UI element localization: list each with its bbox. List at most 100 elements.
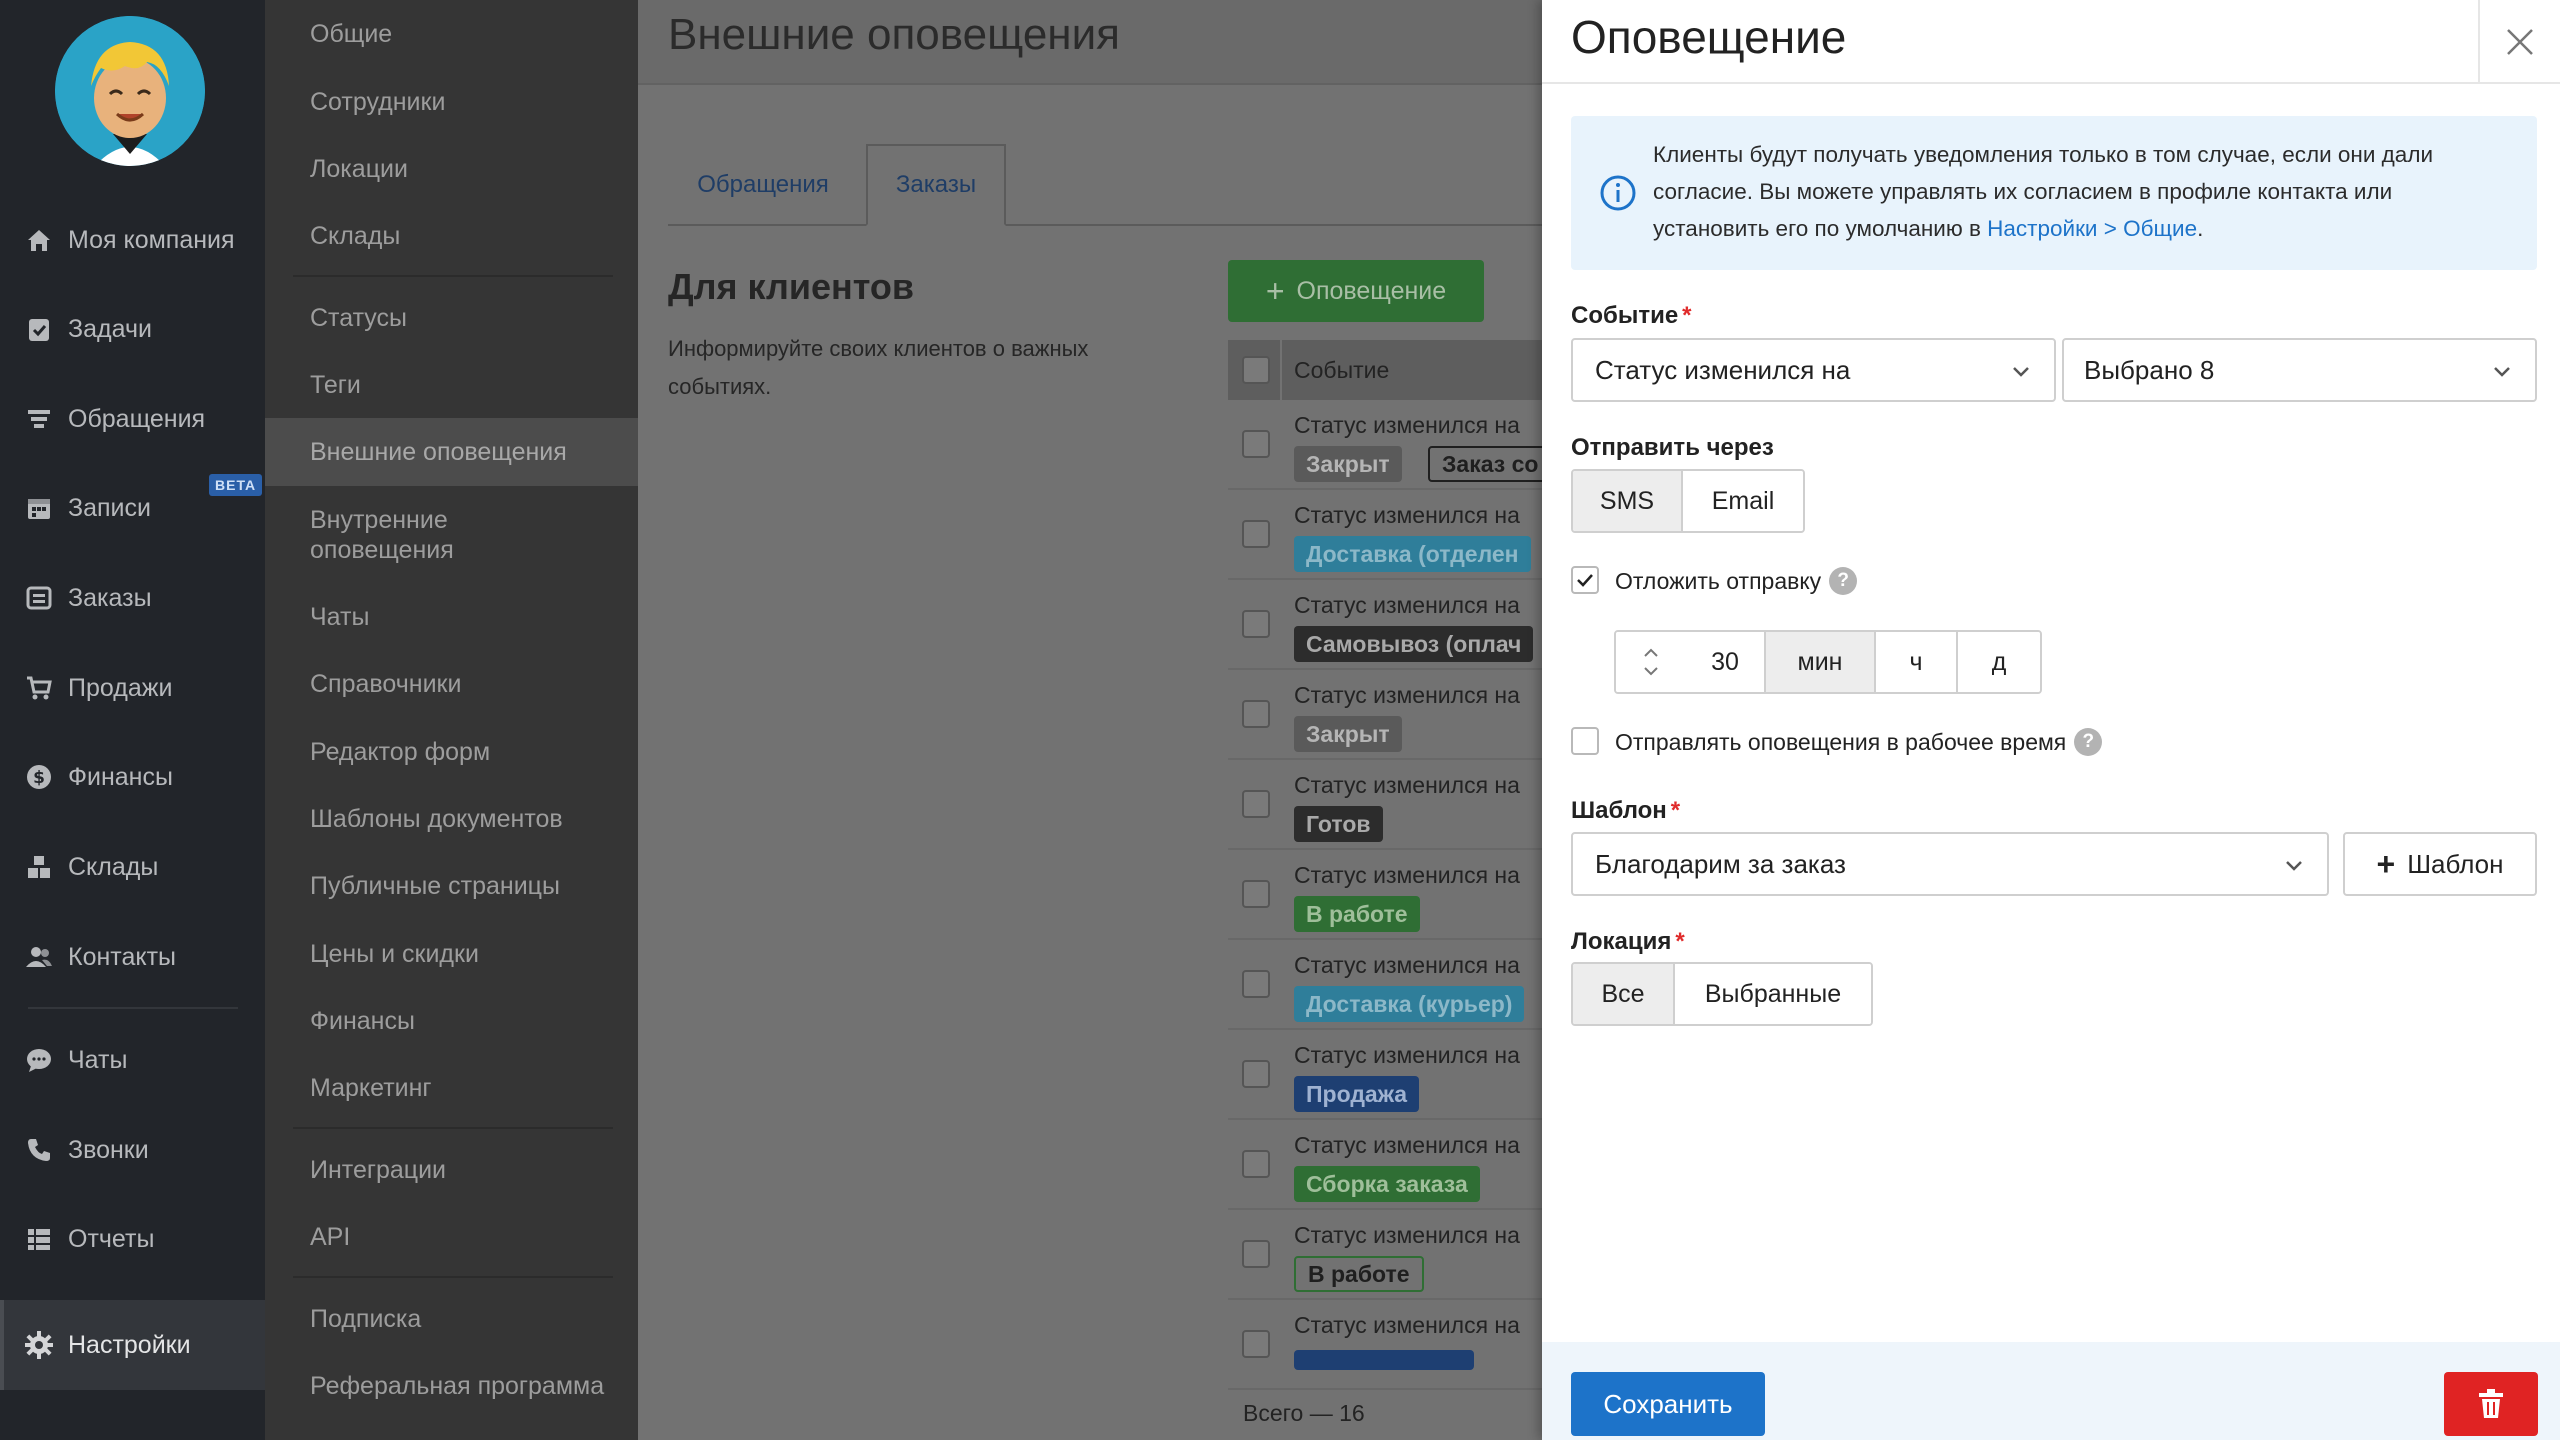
table-row[interactable]: Статус изменился на Доставка (курьер) (1228, 940, 1542, 1030)
delete-button[interactable] (2444, 1372, 2538, 1436)
delay-unit-hours[interactable]: ч (1876, 632, 1958, 692)
help-icon[interactable]: ? (1829, 567, 1858, 595)
nav-item-settings[interactable]: Настройки (0, 1300, 265, 1390)
status-multiselect[interactable]: Выбрано 8 (2062, 338, 2537, 402)
add-template-button[interactable]: + Шаблон (2343, 832, 2537, 896)
subnav-item-public-pages[interactable]: Публичные страницы (265, 864, 638, 908)
nav-item-sales[interactable]: Продажи (0, 651, 265, 725)
subnav-item-warehouses[interactable]: Склады (265, 214, 638, 258)
subnav-item-subscription[interactable]: Подписка (265, 1297, 638, 1341)
nav-item-reports[interactable]: Отчеты (0, 1202, 265, 1276)
select-all-checkbox[interactable] (1242, 356, 1270, 384)
table-row[interactable]: Статус изменился на Доставка (отделен (1228, 490, 1542, 580)
required-mark: * (1682, 302, 1692, 329)
svg-text:$: $ (33, 768, 45, 788)
subnav-item-document-templates[interactable]: Шаблоны документов (265, 797, 638, 841)
main-content: Внешние оповещения Обращения Заказы Для … (638, 0, 1542, 1440)
save-button[interactable]: Сохранить (1571, 1372, 1765, 1436)
nav-label: Склады (68, 852, 159, 881)
subnav-item-internal-notifications[interactable]: Внутренние оповещения (265, 500, 595, 570)
subnav-item-locations[interactable]: Локации (265, 147, 638, 191)
nav-item-requests[interactable]: Обращения (0, 382, 265, 456)
status-badge: Закрыт (1294, 716, 1402, 752)
subnav-item-integrations[interactable]: Интеграции (265, 1148, 638, 1192)
event-type-select[interactable]: Статус изменился на (1571, 338, 2056, 402)
trash-icon (2479, 1389, 2503, 1418)
send-via-email[interactable]: Email (1683, 471, 1803, 531)
work-hours-checkbox[interactable] (1571, 727, 1599, 755)
subnav-item-general[interactable]: Общие (265, 12, 638, 56)
delay-stepper[interactable] (1616, 632, 1686, 692)
help-icon[interactable]: ? (2074, 728, 2103, 756)
row-checkbox[interactable] (1242, 430, 1270, 458)
row-checkbox[interactable] (1242, 880, 1270, 908)
subnav-item-form-editor[interactable]: Редактор форм (265, 730, 638, 774)
nav-item-orders[interactable]: Заказы (0, 561, 265, 635)
clipboard-check-icon (24, 314, 54, 344)
delay-unit-minutes[interactable]: мин (1766, 632, 1876, 692)
delay-checkbox[interactable] (1571, 566, 1599, 594)
location-selected[interactable]: Выбранные (1675, 964, 1871, 1024)
subnav-item-external-notifications[interactable]: Внешние оповещения (265, 418, 638, 486)
nav-label: Обращения (68, 404, 206, 433)
subnav-item-directories[interactable]: Справочники (265, 662, 638, 706)
plus-icon: + (2376, 845, 2396, 882)
row-checkbox[interactable] (1242, 610, 1270, 638)
table-row[interactable]: Статус изменился на В работе (1228, 850, 1542, 940)
table-row[interactable]: Статус изменился на (1228, 1300, 1542, 1390)
table-row[interactable]: Статус изменился на Продажа (1228, 1030, 1542, 1120)
template-label-text: Шаблон (1571, 797, 1667, 824)
row-checkbox[interactable] (1242, 790, 1270, 818)
row-checkbox[interactable] (1242, 1330, 1270, 1358)
delay-value-input[interactable]: 30 (1686, 632, 1766, 692)
subnav-item-chats[interactable]: Чаты (265, 595, 638, 639)
template-select[interactable]: Благодарим за заказ (1571, 832, 2329, 896)
nav-item-chats[interactable]: Чаты (0, 1023, 265, 1097)
subnav-item-tags[interactable]: Теги (265, 363, 638, 407)
subnav-item-marketing[interactable]: Маркетинг (265, 1066, 638, 1110)
table-row[interactable]: Статус изменился на В работе (1228, 1210, 1542, 1300)
subnav-item-api[interactable]: API (265, 1215, 638, 1259)
row-checkbox[interactable] (1242, 520, 1270, 548)
row-checkbox[interactable] (1242, 1240, 1270, 1268)
subnav-item-prices-discounts[interactable]: Цены и скидки (265, 932, 638, 976)
table-row[interactable]: Статус изменился на Самовывоз (оплач (1228, 580, 1542, 670)
nav-item-warehouses[interactable]: Склады (0, 830, 265, 904)
nav-item-contacts[interactable]: Контакты (0, 920, 265, 994)
subnav-item-employees[interactable]: Сотрудники (265, 80, 638, 124)
delay-unit-days[interactable]: д (1958, 632, 2040, 692)
cart-icon (24, 673, 54, 703)
row-checkbox[interactable] (1242, 700, 1270, 728)
orders-icon (24, 583, 54, 613)
nav-item-calls[interactable]: Звонки (0, 1113, 265, 1187)
row-checkbox[interactable] (1242, 1150, 1270, 1178)
drawer-title: Оповещение (1571, 11, 1847, 63)
row-event-text: Статус изменился на (1294, 772, 1520, 798)
table-row[interactable]: Статус изменился на Закрыт Заказ со (1228, 400, 1542, 490)
info-icon (1600, 175, 1636, 211)
nav-label: Продажи (68, 673, 173, 702)
tab-orders[interactable]: Заказы (866, 144, 1006, 226)
nav-item-company[interactable]: Моя компания (0, 203, 265, 277)
table-row[interactable]: Статус изменился на Сборка заказа (1228, 1120, 1542, 1210)
row-checkbox[interactable] (1242, 1060, 1270, 1088)
row-event-text: Статус изменился на (1294, 412, 1520, 438)
boxes-icon (24, 852, 54, 882)
row-checkbox[interactable] (1242, 970, 1270, 998)
subnav-item-statuses[interactable]: Статусы (265, 296, 638, 340)
tab-requests[interactable]: Обращения (668, 144, 858, 226)
close-button[interactable] (2478, 0, 2560, 84)
send-via-sms[interactable]: SMS (1573, 471, 1683, 531)
nav-item-finance[interactable]: $ Финансы (0, 740, 265, 814)
add-notification-button[interactable]: + Оповещение (1228, 260, 1484, 322)
table-row[interactable]: Статус изменился на Готов (1228, 760, 1542, 850)
avatar[interactable] (55, 16, 205, 166)
subnav-item-finance[interactable]: Финансы (265, 999, 638, 1043)
nav-item-tasks[interactable]: Задачи (0, 292, 265, 366)
location-all[interactable]: Все (1573, 964, 1675, 1024)
row-event-text: Статус изменился на (1294, 682, 1520, 708)
table-row[interactable]: Статус изменился на Закрыт (1228, 670, 1542, 760)
chevron-down-icon (2013, 367, 2029, 377)
settings-general-link[interactable]: Настройки > Общие (1987, 216, 2197, 241)
subnav-item-referral[interactable]: Реферальная программа (265, 1364, 638, 1408)
